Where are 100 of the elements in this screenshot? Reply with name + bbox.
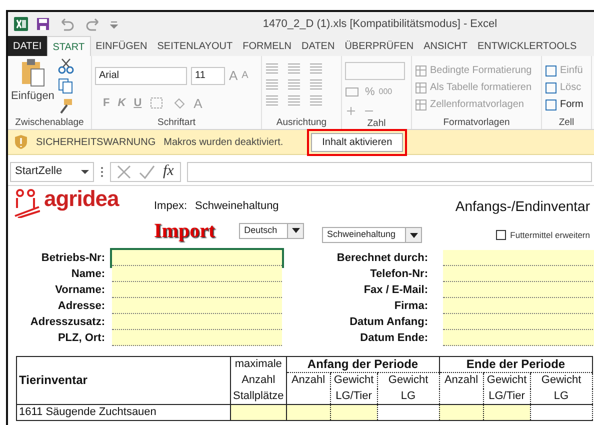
group-label: Zahl — [366, 116, 387, 130]
column-header: LG — [530, 388, 592, 404]
ribbon-tab[interactable]: SEITENLAYOUT — [152, 36, 238, 56]
import-heading: Import — [154, 220, 216, 240]
copy-icon[interactable] — [58, 78, 74, 94]
input-cell[interactable] — [112, 250, 282, 266]
scissors-icon[interactable] — [58, 58, 74, 74]
input-cell[interactable] — [112, 266, 282, 282]
column-header: Anzahl — [230, 372, 286, 388]
border-icon[interactable] — [150, 97, 164, 110]
feed-checkbox-label: Futtermittel erweitern — [510, 228, 590, 242]
align-right-icon[interactable] — [309, 94, 323, 106]
sheet-title: Anfangs-/Endinventar — [455, 197, 590, 216]
logo-figures-icon — [14, 188, 40, 218]
ribbon-tab[interactable]: EINFÜGEN — [90, 36, 152, 56]
ribbon-tab[interactable]: START — [46, 36, 91, 56]
align-center-icon[interactable] — [287, 78, 301, 90]
logo-text: agridea — [44, 188, 119, 210]
column-header: Gewicht — [377, 372, 440, 388]
field-label: Datum Anfang: — [348, 315, 428, 330]
input-cell[interactable] — [112, 314, 282, 330]
field-label: PLZ, Ort: — [56, 331, 105, 346]
ribbon-tab[interactable]: ANSICHT — [418, 36, 473, 56]
input-cell[interactable] — [443, 250, 594, 266]
impex-value: Schweinehaltung — [195, 199, 279, 214]
field-label: Vorname: — [54, 283, 105, 298]
align-top-icon[interactable] — [265, 62, 279, 74]
input-cell[interactable] — [443, 330, 594, 346]
field-label: Berechnet durch: — [336, 251, 428, 266]
group-label: Ausrichtung — [275, 116, 328, 129]
column-header: Tierinventar — [16, 356, 230, 404]
clipboard-icon[interactable] — [20, 58, 46, 88]
field-label: Firma: — [393, 299, 428, 314]
row-label: 1611 Säugende Zuchtsauen — [16, 404, 230, 420]
input-cell[interactable] — [112, 298, 282, 314]
align-center-icon[interactable] — [287, 62, 301, 74]
feed-checkbox[interactable] — [496, 230, 506, 240]
font-size-field[interactable]: 11 — [191, 66, 225, 85]
column-group-header: Ende der Periode — [439, 356, 592, 372]
indent-icon[interactable] — [265, 94, 279, 106]
input-cell[interactable] — [443, 298, 594, 314]
field-label: Telefon-Nr: — [369, 267, 428, 282]
cells-icon — [545, 64, 557, 76]
impex-label: Impex: — [154, 199, 188, 214]
input-cell[interactable] — [443, 314, 594, 330]
ribbon-tab[interactable]: FORMELN — [238, 36, 297, 56]
dropdown-icon[interactable] — [292, 228, 300, 233]
language-dropdown-text: Deutsch — [243, 224, 278, 237]
cancel-icon[interactable] — [117, 164, 131, 178]
cells-menu-item[interactable]: Form — [560, 97, 584, 112]
category-dropdown[interactable]: Schweinehaltung — [322, 227, 422, 243]
formula-input[interactable] — [186, 162, 592, 182]
fill-color-icon[interactable] — [172, 97, 186, 110]
check-icon[interactable] — [139, 164, 155, 178]
align-center-icon[interactable] — [287, 94, 301, 106]
excel-logo-icon[interactable] — [14, 17, 28, 31]
format-painter-icon[interactable] — [58, 98, 74, 114]
align-left-icon[interactable] — [265, 78, 279, 90]
warning-title: SICHERHEITSWARNUNG — [36, 136, 156, 150]
group-label: Zell — [558, 116, 576, 129]
style-icon — [415, 64, 427, 76]
input-cell[interactable] — [443, 266, 594, 282]
field-label: Adresse: — [56, 299, 105, 314]
input-cell[interactable] — [112, 330, 282, 346]
category-dropdown-text: Schweinehaltung — [326, 228, 397, 242]
language-dropdown[interactable]: Deutsch — [239, 222, 304, 238]
field-label: Name: — [70, 267, 105, 282]
field-label: Betriebs-Nr: — [40, 251, 105, 266]
align-right-icon[interactable] — [309, 62, 323, 74]
dropdown-icon[interactable] — [81, 168, 89, 174]
dropdown-icon[interactable] — [410, 232, 418, 238]
font-name-text: Arial — [99, 69, 120, 84]
currency-icon[interactable] — [345, 86, 361, 98]
name-box-text: StartZelle — [15, 164, 62, 180]
save-icon[interactable] — [36, 17, 50, 31]
ribbon-tab[interactable]: DATEI — [8, 36, 47, 56]
cells-icon — [545, 98, 557, 110]
group-label: Formatvorlagen — [442, 116, 511, 129]
field-label: Datum Ende: — [359, 331, 428, 346]
font-size-text: 11 — [195, 69, 206, 84]
name-box[interactable]: StartZelle — [10, 162, 94, 182]
ribbon-tab[interactable]: ÜBERPRÜFEN — [340, 36, 419, 56]
align-right-icon[interactable] — [309, 78, 323, 90]
insert-function-button[interactable]: fx — [163, 160, 174, 183]
column-header: Anzahl — [286, 372, 330, 388]
field-label: Adresszusatz: — [29, 315, 105, 330]
grip-icon — [100, 166, 104, 178]
group-label: Zwischenablage — [14, 116, 85, 129]
column-header: Gewicht — [483, 372, 530, 388]
column-header: Gewicht — [530, 372, 592, 388]
input-cell[interactable] — [112, 282, 282, 298]
cells-icon — [545, 82, 557, 94]
paste-label[interactable]: Einfügen — [11, 88, 54, 104]
field-label: Fax / E-Mail: — [362, 283, 428, 298]
number-format-field[interactable] — [345, 62, 405, 80]
column-group-header: Anfang der Periode — [286, 356, 440, 372]
font-name-field[interactable]: Arial — [95, 66, 187, 85]
input-cell[interactable] — [443, 282, 594, 298]
ribbon-tab[interactable]: ENTWICKLERTOOLS — [472, 36, 582, 56]
ribbon-tab[interactable]: DATEN — [296, 36, 340, 56]
